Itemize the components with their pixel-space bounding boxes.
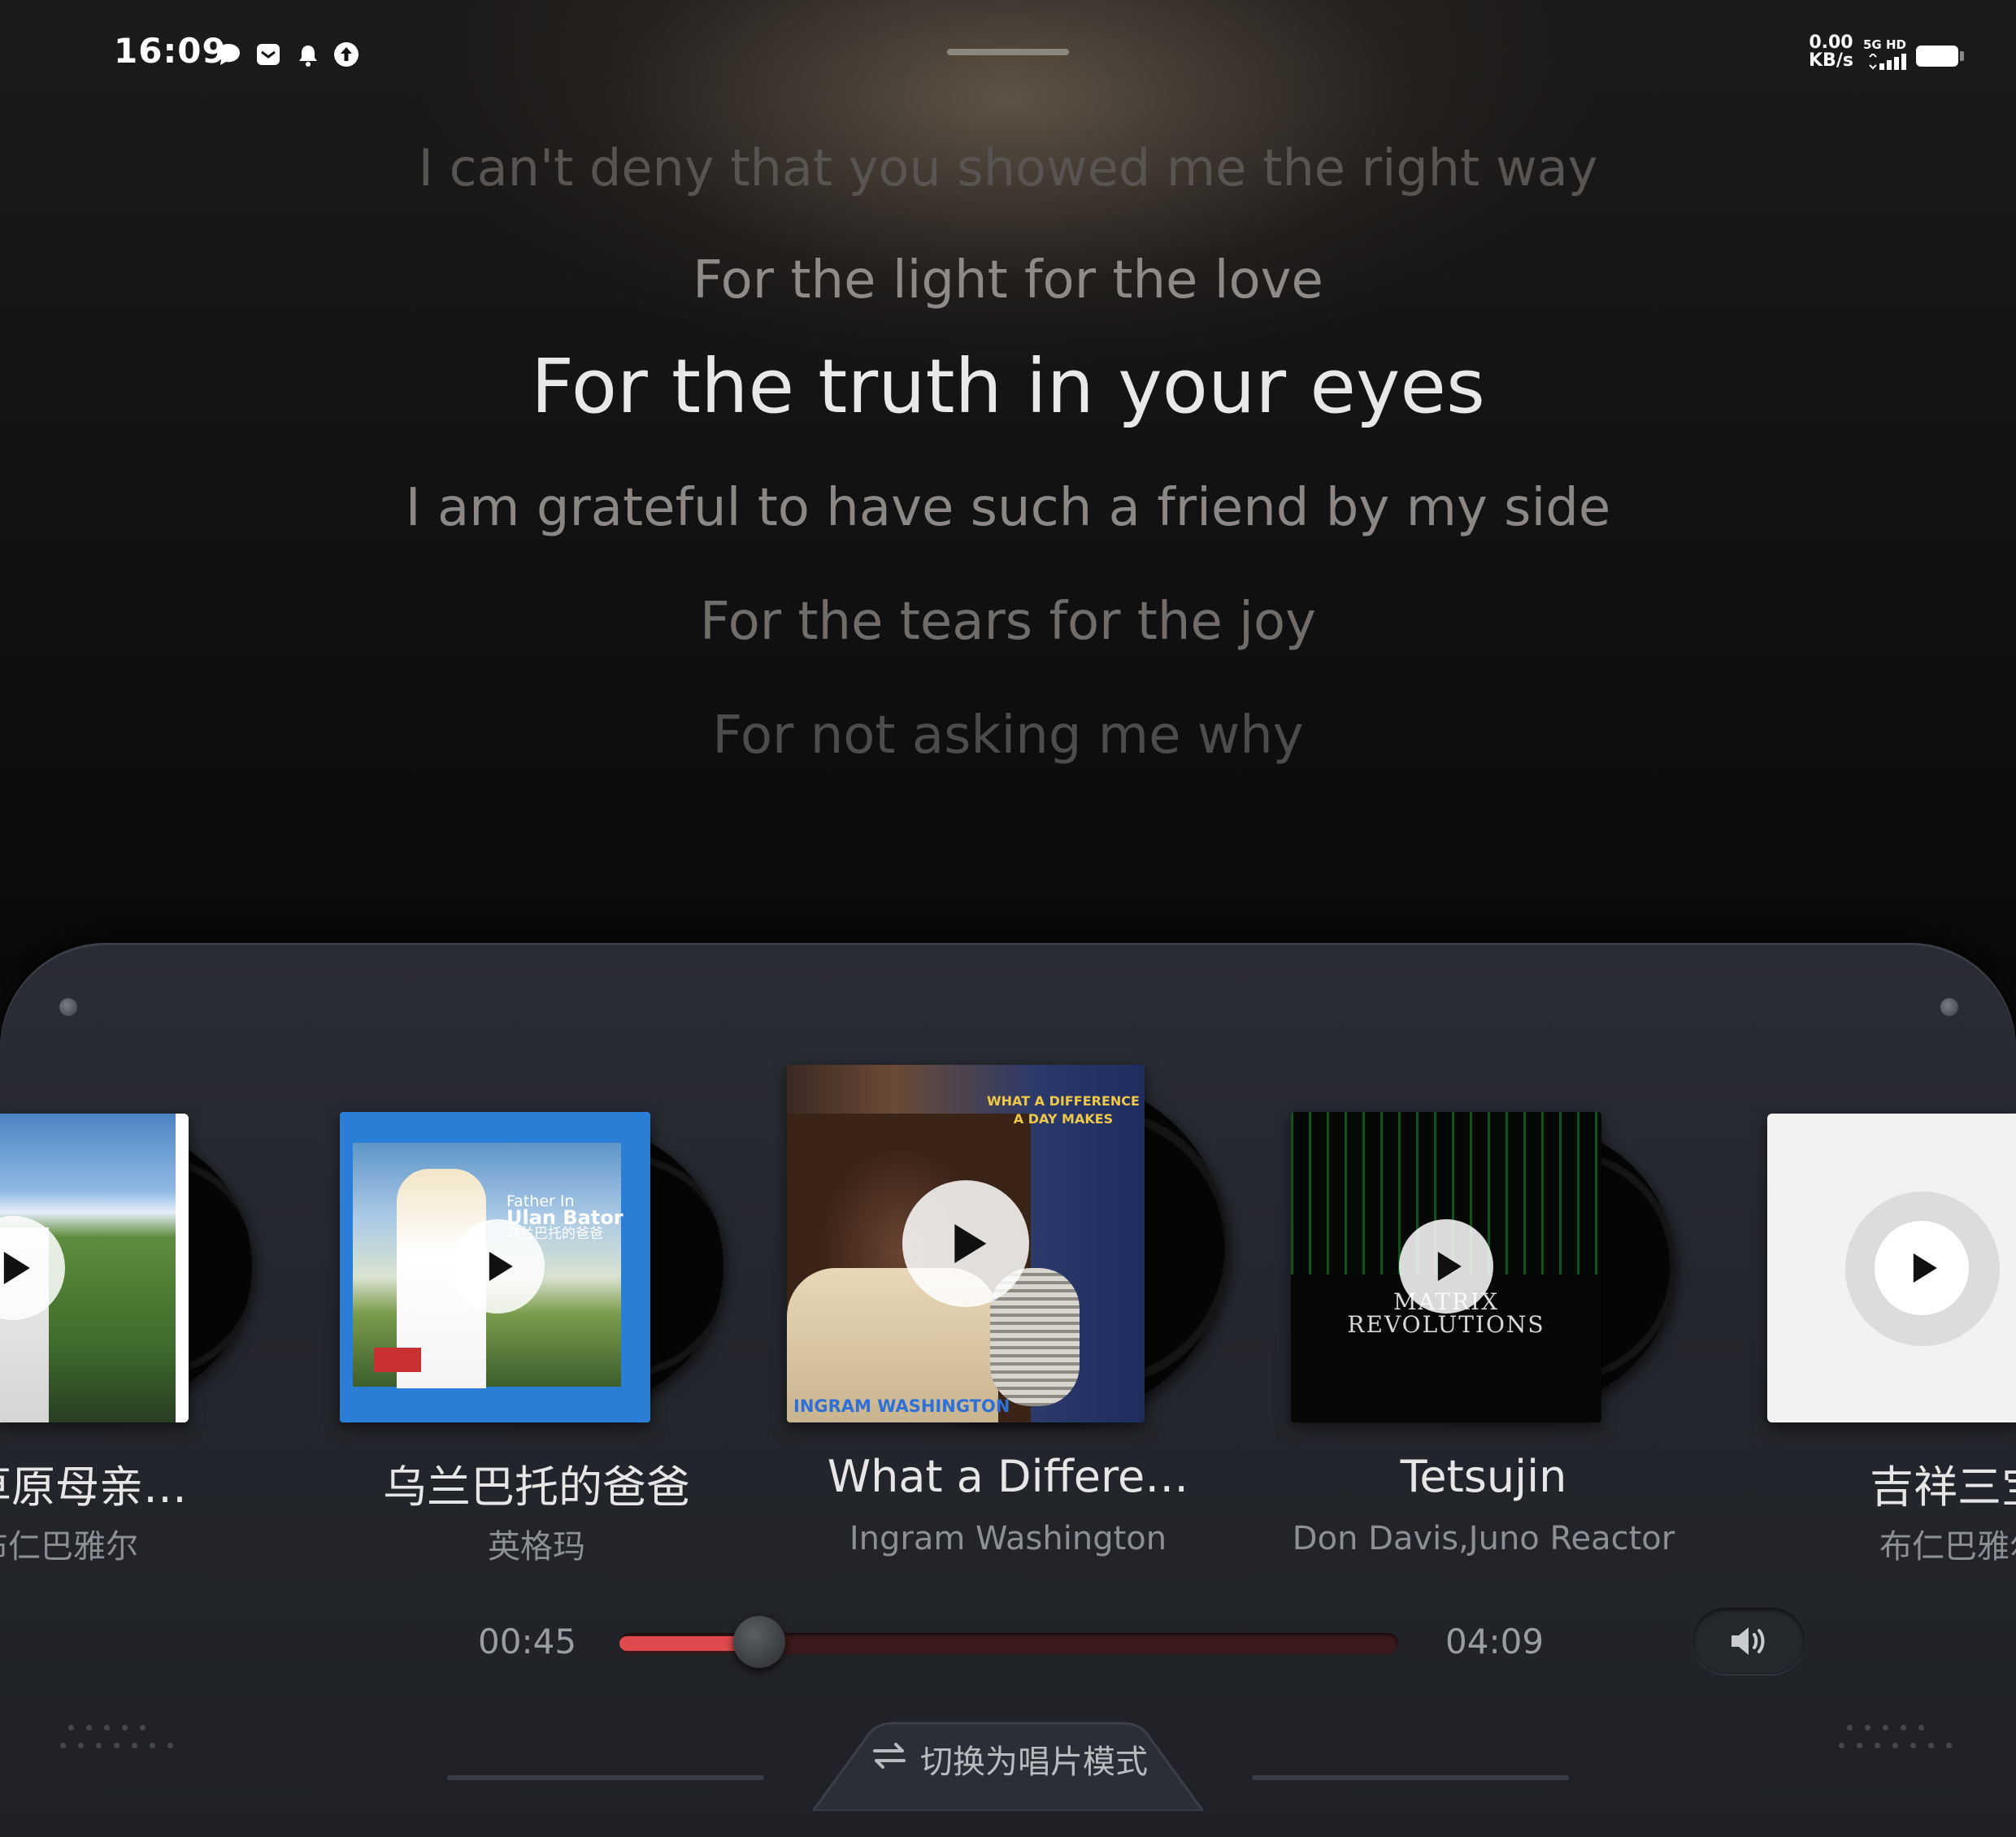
volume-button[interactable]	[1692, 1608, 1805, 1674]
play-icon	[954, 1224, 987, 1263]
album-artist: 布仁巴雅尔	[0, 1528, 138, 1566]
play-button[interactable]	[902, 1180, 1029, 1307]
album-title: 乌兰巴托的爸爸	[383, 1461, 690, 1513]
album-artist: Ingram Washington	[849, 1520, 1167, 1557]
play-icon	[1913, 1253, 1937, 1283]
progress-thumb[interactable]	[733, 1616, 786, 1668]
lyric-line[interactable]: For not asking me why	[0, 706, 2016, 766]
battery-tip	[1960, 51, 1964, 61]
album-artist: Don Davis,Juno Reactor	[1292, 1520, 1675, 1557]
album-title: 草原母亲…	[0, 1461, 187, 1513]
play-icon	[3, 1252, 30, 1284]
play-button[interactable]	[1875, 1221, 1969, 1315]
cover-artist-text: INGRAM WASHINGTON	[793, 1396, 1010, 1416]
album-title: Tetsujin	[1400, 1451, 1567, 1502]
net-speed-unit: KB/s	[1809, 50, 1853, 71]
speaker-grille-right	[1836, 1723, 1957, 1756]
total-duration: 04:09	[1445, 1622, 1545, 1661]
status-bar: 16:09 0.00 KB/s 5G HD	[0, 0, 2016, 114]
lyric-line[interactable]: I can't deny that you showed me the righ…	[0, 138, 2016, 198]
album-title: 吉祥三宝	[1870, 1461, 2016, 1513]
battery-icon	[1916, 46, 1958, 67]
panel-ridge	[447, 1775, 764, 1780]
signal-icon	[1869, 54, 1906, 70]
play-icon	[1437, 1252, 1462, 1281]
lyric-line-current[interactable]: For the truth in your eyes	[0, 343, 2016, 430]
album-title: What a Differe…	[827, 1451, 1189, 1502]
cover-text: WHAT A DIFFERENCE A DAY MAKES	[987, 1093, 1140, 1127]
mail-icon	[257, 44, 280, 65]
play-button[interactable]	[450, 1219, 545, 1314]
message-icon	[217, 44, 240, 65]
upload-icon	[334, 42, 358, 67]
switch-mode-label[interactable]: 切换为唱片模式	[920, 1735, 1148, 1783]
bell-icon	[299, 46, 317, 67]
lyric-line[interactable]: For the tears for the joy	[0, 592, 2016, 652]
network-speed: 0.00 KB/s	[1809, 34, 1853, 70]
lyric-line[interactable]: I am grateful to have such a friend by m…	[0, 478, 2016, 538]
switch-arrows-icon	[873, 1743, 906, 1769]
status-time: 16:09	[114, 31, 227, 71]
panel-ridge	[1252, 1775, 1569, 1780]
lyric-line[interactable]: For the light for the love	[0, 250, 2016, 311]
album-artist: 英格玛	[488, 1528, 585, 1566]
speaker-grille-left	[57, 1723, 179, 1756]
speaker-icon	[1731, 1627, 1765, 1655]
net-speed-value: 0.00	[1809, 33, 1853, 53]
drag-handle[interactable]	[947, 49, 1069, 55]
elapsed-time: 00:45	[478, 1622, 577, 1661]
album-artist: 布仁巴雅尔	[1879, 1528, 2016, 1566]
cover-label	[374, 1348, 421, 1372]
play-icon	[489, 1252, 513, 1281]
panel-screw	[59, 998, 77, 1016]
network-type: 5G HD	[1863, 37, 1906, 52]
panel-screw	[1940, 998, 1958, 1016]
play-button[interactable]	[1399, 1219, 1493, 1314]
